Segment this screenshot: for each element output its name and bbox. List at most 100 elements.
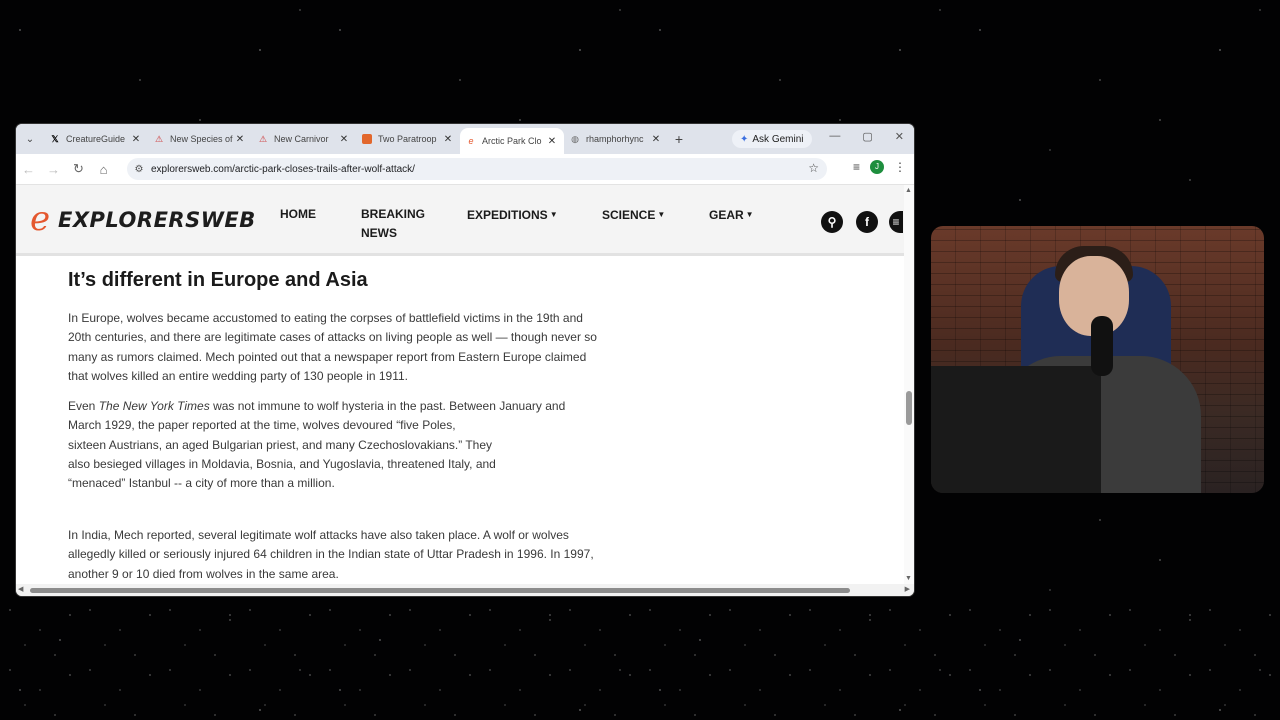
starfield-background-dense (0, 600, 1280, 720)
ask-gemini-label: Ask Gemini (752, 133, 804, 145)
paragraph-europe: In Europe, wolves became accustomed to e… (68, 309, 597, 386)
close-tab-icon[interactable]: ✕ (650, 134, 662, 145)
nav-expeditions[interactable]: EXPEDITIONS ▼ (467, 205, 558, 225)
nav-news-label: NEWS (361, 226, 397, 240)
menu-icon[interactable]: ≡ (889, 211, 903, 233)
page-viewport: e EXPLORERSWEB HOME BREAKING NEWS EXPEDI… (16, 185, 904, 584)
nav-science-label: SCIENCE (602, 208, 656, 222)
globe-icon: ◍ (571, 134, 579, 144)
paragraph-india: In India, Mech reported, several legitim… (68, 526, 594, 584)
reload-icon[interactable]: ↻ (66, 161, 91, 177)
tab-title: CreatureGuide (66, 134, 126, 144)
nyt-italic: The New York Times (98, 399, 210, 413)
caret-down-icon: ▼ (549, 210, 558, 219)
nav-breaking-news[interactable]: BREAKING NEWS (361, 205, 425, 243)
text-line: also besieged villages in Moldavia, Bosn… (68, 456, 496, 471)
bookmark-star-icon[interactable]: ☆ (808, 161, 819, 175)
text-rest: was not immune to wolf hysteria in the p… (209, 399, 566, 413)
tab-new-species[interactable]: ⚠ New Species of ✕ (148, 128, 252, 150)
tab-new-carnivore[interactable]: ⚠ New Carnivor ✕ (252, 128, 356, 150)
explorersweb-favicon-icon: e (468, 136, 474, 146)
news-favicon-icon: ⚠ (258, 134, 268, 144)
nav-home-label: HOME (280, 207, 316, 221)
tab-search-chevron-icon[interactable]: ⌄ (16, 134, 44, 145)
nav-breaking-label: BREAKING (361, 207, 426, 221)
facebook-icon[interactable]: f (856, 211, 878, 233)
tab-bar: ⌄ 𝕏 CreatureGuide ✕ ⚠ New Species of ✕ ⚠… (16, 124, 914, 154)
caret-down-icon: ▼ (745, 210, 754, 219)
minimize-icon[interactable]: — (829, 130, 840, 143)
nav-science[interactable]: SCIENCE ▼ (602, 205, 665, 225)
vertical-scroll-thumb[interactable] (906, 391, 912, 425)
ask-gemini-button[interactable]: ✦ Ask Gemini (732, 130, 812, 148)
profile-avatar[interactable]: J (870, 160, 884, 174)
browser-window: ⌄ 𝕏 CreatureGuide ✕ ⚠ New Species of ✕ ⚠… (16, 124, 914, 596)
close-tab-icon[interactable]: ✕ (234, 134, 246, 145)
horizontal-scroll-thumb[interactable] (30, 588, 850, 593)
nav-gear-label: GEAR (709, 208, 744, 222)
maximize-icon[interactable]: ▢ (862, 130, 872, 143)
tab-rhamphorhynchus[interactable]: ◍ rhamphorhync ✕ (564, 128, 668, 150)
text-even: Even (68, 399, 99, 413)
text-line: allegedly killed or seriously injured 64… (68, 547, 594, 562)
close-tab-icon[interactable]: ✕ (546, 136, 558, 147)
caret-down-icon: ▼ (657, 210, 666, 219)
x-logo-icon: 𝕏 (51, 134, 59, 144)
monitor-silhouette (931, 366, 1101, 493)
toolbar-right: ≡ J ⋮ (853, 160, 906, 174)
gemini-sparkle-icon: ✦ (740, 133, 749, 145)
microphone-icon (1091, 316, 1113, 376)
window-controls: — ▢ ✕ (829, 130, 904, 143)
text-line: Even The New York Times was not immune t… (68, 397, 565, 416)
close-tab-icon[interactable]: ✕ (442, 134, 454, 145)
search-icon[interactable]: ⚲ (821, 211, 843, 233)
tab-title: Arctic Park Clo (482, 136, 542, 146)
scroll-right-arrow-icon[interactable]: ▶ (905, 585, 910, 593)
text-line: that wolves killed an entire wedding par… (68, 368, 409, 383)
text-line: many as rumors claimed. Mech pointed out… (68, 349, 587, 364)
paragraph-nyt: Even The New York Times was not immune t… (68, 397, 565, 493)
tab-title: New Carnivor (274, 134, 329, 144)
logo-text: EXPLORERSWEB (58, 208, 256, 232)
text-line: In India, Mech reported, several legitim… (68, 528, 569, 542)
tab-arctic-park[interactable]: e Arctic Park Clo ✕ (460, 128, 564, 154)
browser-toolbar: ← → ↻ ⌂ ⚙ explorersweb.com/arctic-park-c… (16, 154, 914, 185)
site-info-icon[interactable]: ⚙ (127, 164, 151, 175)
tab-title: Two Paratroop (378, 134, 437, 144)
horizontal-scrollbar[interactable]: ◀ ▶ (16, 584, 914, 596)
address-bar[interactable]: ⚙ explorersweb.com/arctic-park-closes-tr… (127, 158, 827, 180)
nav-gear[interactable]: GEAR ▼ (709, 205, 754, 225)
close-tab-icon[interactable]: ✕ (338, 134, 350, 145)
section-heading: It’s different in Europe and Asia (68, 269, 368, 291)
text-line: March 1929, the paper reported at the ti… (68, 418, 456, 433)
text-line: “menaced” Istanbul -- a city of more tha… (68, 476, 335, 491)
logo-e-icon: e (30, 199, 51, 239)
text-line: another 9 or 10 died from wolves in the … (68, 566, 339, 581)
text-line: 20th centuries, and there are legitimate… (68, 330, 597, 345)
reading-list-icon[interactable]: ≡ (853, 160, 860, 174)
url-text: explorersweb.com/arctic-park-closes-trai… (151, 163, 415, 175)
forward-arrow-icon[interactable]: → (41, 162, 66, 177)
close-tab-icon[interactable]: ✕ (130, 134, 142, 145)
vertical-scrollbar[interactable]: ▲ ▼ (904, 185, 914, 584)
tab-title: New Species of (170, 134, 233, 144)
close-window-icon[interactable]: ✕ (895, 130, 904, 143)
home-icon[interactable]: ⌂ (91, 162, 116, 177)
back-arrow-icon[interactable]: ← (16, 162, 41, 177)
text-line: In Europe, wolves became accustomed to e… (68, 311, 583, 325)
new-tab-plus-icon[interactable]: + (668, 131, 690, 147)
scroll-left-arrow-icon[interactable]: ◀ (18, 585, 23, 593)
scroll-up-arrow-icon[interactable]: ▲ (905, 187, 912, 194)
site-header: e EXPLORERSWEB HOME BREAKING NEWS EXPEDI… (16, 185, 904, 256)
text-line: sixteen Austrians, an aged Bulgarian pri… (68, 437, 493, 452)
news-favicon-icon: ⚠ (154, 134, 164, 144)
nav-home[interactable]: HOME (280, 205, 316, 224)
nav-expeditions-label: EXPEDITIONS (467, 208, 548, 222)
tab-two-paratroopers[interactable]: Two Paratroop ✕ (356, 128, 460, 150)
explorersweb-logo[interactable]: e EXPLORERSWEB (28, 199, 256, 239)
tab-creatureguide[interactable]: 𝕏 CreatureGuide ✕ (44, 128, 148, 150)
scroll-down-arrow-icon[interactable]: ▼ (905, 575, 912, 582)
news-favicon-icon (362, 134, 372, 144)
more-menu-icon[interactable]: ⋮ (894, 160, 906, 174)
tab-title: rhamphorhync (586, 134, 644, 144)
